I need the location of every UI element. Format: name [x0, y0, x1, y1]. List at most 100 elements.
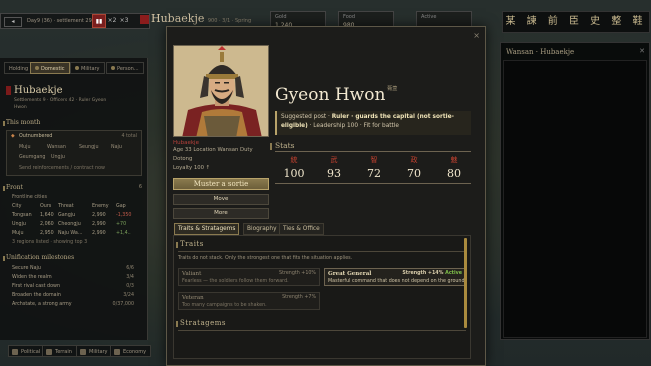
flag-icon	[12, 349, 18, 355]
map-mode-economy[interactable]: Economy	[110, 345, 152, 357]
tab-biography[interactable]: Biography	[243, 223, 281, 235]
map-mode-political[interactable]: Political	[8, 345, 46, 357]
milestone-text: Archstate, a strong army	[12, 302, 72, 307]
tab-holding[interactable]: Holding	[4, 62, 34, 74]
officer-faction: Hubaekje	[173, 140, 199, 146]
trait-name: Great General	[328, 271, 372, 277]
region-chip[interactable]: Geumgang	[19, 155, 45, 160]
top-faction-stats: 900 · 3/1 · Spring	[207, 18, 252, 24]
cell-gap: +70	[116, 222, 127, 227]
list-item[interactable]: Broaden the domain 3/24	[12, 293, 138, 298]
speed-x3-button[interactable]: ×3	[118, 14, 130, 28]
officer-duty: Dotong	[173, 156, 193, 162]
faction-summary: Settlements 9 · Officers 42 · Ruler Gyeo…	[14, 98, 107, 103]
stats-heading: Stats	[270, 141, 295, 150]
left-domain-panel: Holding Domestic Military Person... Huba…	[0, 58, 148, 340]
close-icon[interactable]: ✕	[639, 47, 645, 55]
milestone-progress: 6/6	[126, 266, 134, 271]
stat-charisma: 魅 80	[435, 155, 473, 180]
list-item[interactable]: First rival cast down 0/3	[12, 284, 138, 289]
milestone-progress: 0/37,000	[112, 302, 134, 307]
stat-intellect: 智 72	[355, 155, 393, 180]
section-right: 6	[138, 184, 142, 190]
region-chip[interactable]: Seungju	[79, 145, 99, 150]
cell-city: Tongsan	[12, 213, 32, 218]
tab-label: Military	[81, 66, 100, 72]
table-row[interactable]: Ungju 2,060 Cheongju 2,990 +70	[12, 222, 138, 230]
trait-great-general[interactable]: Great General Strength +14% Active Maste…	[324, 268, 466, 286]
map-mode-label: Economy	[123, 349, 147, 355]
city-panel-body	[503, 60, 647, 338]
cell-threat: Gangju	[58, 213, 76, 218]
left-tabs: Holding Domestic Military Person...	[0, 62, 148, 74]
stat-key: 武	[330, 156, 338, 164]
cell-city: Muju	[12, 231, 24, 236]
trait-bonus-value: Strength +14%	[402, 271, 444, 276]
speed-x2-button[interactable]: ×2	[106, 14, 118, 28]
more-button[interactable]: More	[173, 208, 269, 219]
tab-personnel[interactable]: Person...	[106, 62, 144, 74]
region-chip[interactable]: Naju	[111, 145, 122, 150]
top-faction-name: Hubaekje	[151, 12, 205, 25]
tab-ties-office[interactable]: Ties & Office	[279, 223, 324, 235]
region-chip[interactable]: Wansan	[47, 145, 66, 150]
col-gap: Gap	[116, 204, 126, 209]
traits-content: Traits Traits do not stack. Only the str…	[173, 235, 471, 359]
cell-ours: 1,640	[40, 213, 54, 218]
stat-politics: 政 70	[395, 155, 433, 180]
tab-domestic[interactable]: Domestic	[30, 62, 70, 74]
list-item[interactable]: Secure Naju 6/6	[12, 266, 138, 271]
tab-traits-stratagems[interactable]: Traits & Stratagems	[174, 223, 240, 235]
region-chip[interactable]: Muju	[19, 145, 31, 150]
outnumbered-count: 4 total	[121, 134, 137, 139]
tab-label: Person...	[117, 66, 139, 72]
frontline-label: Frontline cities	[12, 195, 47, 200]
table-row[interactable]: Muju 2,950 Naju Wa... 2,990 +1,4..	[12, 231, 138, 239]
faction-seal-icon	[140, 14, 149, 24]
trait-name: Valiant	[182, 271, 202, 277]
officer-name-kanji: 甄萱	[387, 86, 398, 92]
map-mode-military[interactable]: Military	[76, 345, 113, 357]
muster-sortie-button[interactable]: Muster a sortie	[173, 178, 269, 190]
resource-label: Gold	[275, 14, 287, 20]
section-milestones: Unification milestones	[3, 254, 142, 261]
milestone-text: First rival cast down	[12, 284, 60, 289]
section-label: Front	[6, 184, 23, 191]
cell-enemy: 2,990	[92, 222, 106, 227]
map-mode-terrain[interactable]: Terrain	[42, 345, 77, 357]
cell-gap: -1,350	[116, 213, 132, 218]
resource-label: Active	[421, 14, 437, 20]
top-faction: Hubaekje 900 · 3/1 · Spring	[140, 12, 251, 25]
list-item[interactable]: Widen the realm 3/4	[12, 275, 138, 280]
table-row[interactable]: Tongsan 1,640 Gangju 2,990 -1,350	[12, 213, 138, 221]
cell-ours: 2,060	[40, 222, 54, 227]
outnumbered-box[interactable]: ◆ Outnumbered 4 total Muju Wansan Seungj…	[6, 130, 142, 176]
back-arrow-icon[interactable]: ◂	[4, 17, 22, 27]
stat-key: 政	[410, 156, 418, 164]
officer-loyalty: Loyalty 100 ↑	[173, 165, 211, 171]
milestone-text: Secure Naju	[12, 266, 41, 271]
region-chip[interactable]: Ungju	[51, 155, 65, 160]
close-icon[interactable]: ×	[473, 31, 480, 40]
stat-value: 80	[447, 167, 461, 180]
move-button[interactable]: Move	[173, 194, 269, 205]
trait-veteran[interactable]: Veteran Strength +7% Too many campaigns …	[178, 292, 320, 310]
speed-pause-button[interactable]: ▮▮	[92, 14, 106, 28]
map-mode-label: Military	[89, 349, 108, 355]
tab-military[interactable]: Military	[70, 62, 105, 74]
traits-heading: Traits	[176, 240, 204, 248]
section-front: Front 6	[3, 184, 142, 191]
milestone-text: Broaden the domain	[12, 293, 61, 298]
trait-valiant[interactable]: Valiant Strength +10% Fearless — the sol…	[178, 268, 320, 286]
stat-war: 武 93	[315, 155, 353, 180]
list-item[interactable]: Archstate, a strong army 0/37,000	[12, 302, 138, 307]
section-label: This month	[6, 119, 41, 126]
trait-bonus: Strength +7%	[282, 295, 316, 300]
portrait-art	[174, 46, 268, 136]
tab-dot-icon	[35, 66, 39, 70]
officer-name: Gyeon Hwon 甄萱	[275, 85, 397, 105]
content-scrollbar[interactable]	[464, 238, 467, 328]
officer-name-text: Gyeon Hwon	[275, 85, 386, 105]
stratagems-divider	[178, 330, 466, 331]
calligraphy-title: 某 諫 前 臣 史 整 鞋	[502, 11, 650, 33]
